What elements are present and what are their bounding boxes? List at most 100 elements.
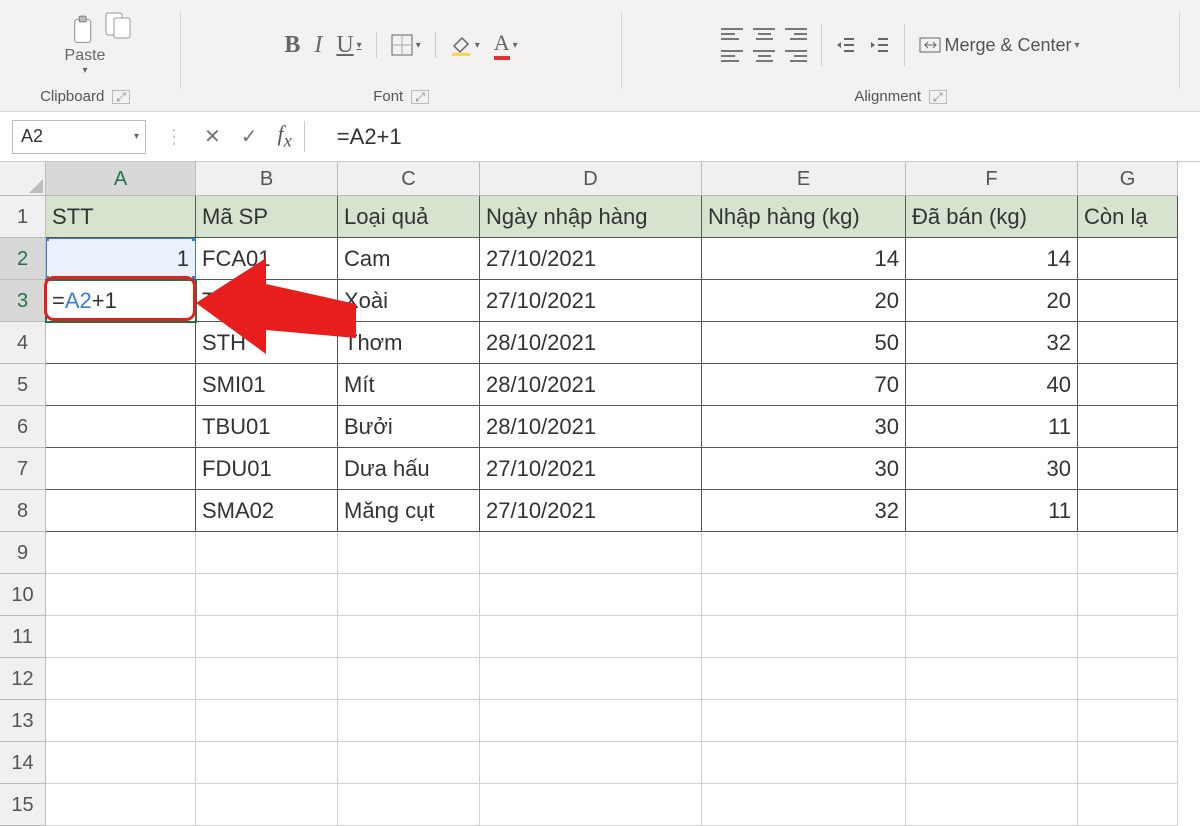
cell-G2[interactable] bbox=[1078, 238, 1178, 280]
chevron-down-icon[interactable]: ▾ bbox=[134, 131, 139, 142]
cell-E1[interactable]: Nhập hàng (kg) bbox=[702, 196, 906, 238]
cell-C11[interactable] bbox=[338, 616, 480, 658]
cell-G4[interactable] bbox=[1078, 322, 1178, 364]
row-header-1[interactable]: 1 bbox=[0, 196, 46, 238]
cell-A9[interactable] bbox=[46, 532, 196, 574]
cell-C10[interactable] bbox=[338, 574, 480, 616]
alignment-dialog-launcher[interactable]: ⤢ bbox=[929, 90, 947, 104]
cell-C7[interactable]: Dưa hấu bbox=[338, 448, 480, 490]
cell-B12[interactable] bbox=[196, 658, 338, 700]
cell-G5[interactable] bbox=[1078, 364, 1178, 406]
cancel-button[interactable]: ✕ bbox=[204, 124, 221, 149]
cell-D1[interactable]: Ngày nhập hàng bbox=[480, 196, 702, 238]
cell-G1[interactable]: Còn lạ bbox=[1078, 196, 1178, 238]
cell-G6[interactable] bbox=[1078, 406, 1178, 448]
cell-A8[interactable] bbox=[46, 490, 196, 532]
cell-G9[interactable] bbox=[1078, 532, 1178, 574]
cell-C8[interactable]: Măng cụt bbox=[338, 490, 480, 532]
cell-A15[interactable] bbox=[46, 784, 196, 826]
cell-B1[interactable]: Mã SP bbox=[196, 196, 338, 238]
cell-E11[interactable] bbox=[702, 616, 906, 658]
cell-C5[interactable]: Mít bbox=[338, 364, 480, 406]
font-color-button[interactable]: A▾ bbox=[494, 30, 518, 60]
cell-B15[interactable] bbox=[196, 784, 338, 826]
row-header-8[interactable]: 8 bbox=[0, 490, 46, 532]
cell-E9[interactable] bbox=[702, 532, 906, 574]
cell-B4[interactable]: STH bbox=[196, 322, 338, 364]
cell-D2[interactable]: 27/10/2021 bbox=[480, 238, 702, 280]
column-header-D[interactable]: D bbox=[480, 162, 702, 196]
cell-D4[interactable]: 28/10/2021 bbox=[480, 322, 702, 364]
cell-D11[interactable] bbox=[480, 616, 702, 658]
cell-G7[interactable] bbox=[1078, 448, 1178, 490]
cell-D7[interactable]: 27/10/2021 bbox=[480, 448, 702, 490]
italic-button[interactable]: I bbox=[314, 32, 322, 59]
cell-G8[interactable] bbox=[1078, 490, 1178, 532]
cell-C14[interactable] bbox=[338, 742, 480, 784]
name-box[interactable]: A2 ▾ bbox=[12, 120, 146, 154]
cell-E6[interactable]: 30 bbox=[702, 406, 906, 448]
cell-D5[interactable]: 28/10/2021 bbox=[480, 364, 702, 406]
cell-B2[interactable]: FCA01 bbox=[196, 238, 338, 280]
decrease-indent-button[interactable] bbox=[836, 35, 856, 55]
cell-C12[interactable] bbox=[338, 658, 480, 700]
cell-F10[interactable] bbox=[906, 574, 1078, 616]
cell-A1[interactable]: STT bbox=[46, 196, 196, 238]
cell-F7[interactable]: 30 bbox=[906, 448, 1078, 490]
row-header-4[interactable]: 4 bbox=[0, 322, 46, 364]
cell-F14[interactable] bbox=[906, 742, 1078, 784]
cell-A13[interactable] bbox=[46, 700, 196, 742]
cell-D10[interactable] bbox=[480, 574, 702, 616]
cell-B14[interactable] bbox=[196, 742, 338, 784]
cell-E12[interactable] bbox=[702, 658, 906, 700]
row-header-14[interactable]: 14 bbox=[0, 742, 46, 784]
cell-A14[interactable] bbox=[46, 742, 196, 784]
cell-G13[interactable] bbox=[1078, 700, 1178, 742]
cell-C3[interactable]: Xoài bbox=[338, 280, 480, 322]
cell-D6[interactable]: 28/10/2021 bbox=[480, 406, 702, 448]
row-header-9[interactable]: 9 bbox=[0, 532, 46, 574]
underline-button[interactable]: U▾ bbox=[336, 32, 361, 59]
cell-F8[interactable]: 11 bbox=[906, 490, 1078, 532]
cell-E10[interactable] bbox=[702, 574, 906, 616]
fx-icon[interactable]: fx bbox=[278, 121, 305, 151]
cell-D14[interactable] bbox=[480, 742, 702, 784]
cell-C9[interactable] bbox=[338, 532, 480, 574]
row-header-6[interactable]: 6 bbox=[0, 406, 46, 448]
cell-C1[interactable]: Loại quả bbox=[338, 196, 480, 238]
cell-D9[interactable] bbox=[480, 532, 702, 574]
cell-G12[interactable] bbox=[1078, 658, 1178, 700]
cell-A3[interactable]: =A2+1 bbox=[46, 280, 196, 322]
cell-E7[interactable]: 30 bbox=[702, 448, 906, 490]
merge-center-button[interactable]: Merge & Center▾ bbox=[919, 35, 1079, 56]
cell-A5[interactable] bbox=[46, 364, 196, 406]
cell-B8[interactable]: SMA02 bbox=[196, 490, 338, 532]
font-dialog-launcher[interactable]: ⤢ bbox=[411, 90, 429, 104]
cell-F11[interactable] bbox=[906, 616, 1078, 658]
cell-E3[interactable]: 20 bbox=[702, 280, 906, 322]
clipboard-icon[interactable] bbox=[104, 10, 132, 45]
cell-F6[interactable]: 11 bbox=[906, 406, 1078, 448]
paste-button[interactable]: Paste ▾ bbox=[65, 15, 106, 76]
cell-A4[interactable] bbox=[46, 322, 196, 364]
cell-E2[interactable]: 14 bbox=[702, 238, 906, 280]
column-header-G[interactable]: G bbox=[1078, 162, 1178, 196]
clipboard-dialog-launcher[interactable]: ⤢ bbox=[112, 90, 130, 104]
cell-A12[interactable] bbox=[46, 658, 196, 700]
increase-indent-button[interactable] bbox=[870, 35, 890, 55]
alignment-buttons[interactable] bbox=[721, 25, 807, 65]
column-header-B[interactable]: B bbox=[196, 162, 338, 196]
row-header-13[interactable]: 13 bbox=[0, 700, 46, 742]
cell-F1[interactable]: Đã bán (kg) bbox=[906, 196, 1078, 238]
row-header-7[interactable]: 7 bbox=[0, 448, 46, 490]
row-header-11[interactable]: 11 bbox=[0, 616, 46, 658]
cell-E4[interactable]: 50 bbox=[702, 322, 906, 364]
enter-button[interactable]: ✓ bbox=[241, 124, 258, 149]
cell-D3[interactable]: 27/10/2021 bbox=[480, 280, 702, 322]
cell-F5[interactable]: 40 bbox=[906, 364, 1078, 406]
cell-A2[interactable]: 1 bbox=[46, 238, 196, 280]
formula-input[interactable]: =A2+1 bbox=[323, 124, 1182, 150]
cell-E8[interactable]: 32 bbox=[702, 490, 906, 532]
cell-E5[interactable]: 70 bbox=[702, 364, 906, 406]
cell-B13[interactable] bbox=[196, 700, 338, 742]
